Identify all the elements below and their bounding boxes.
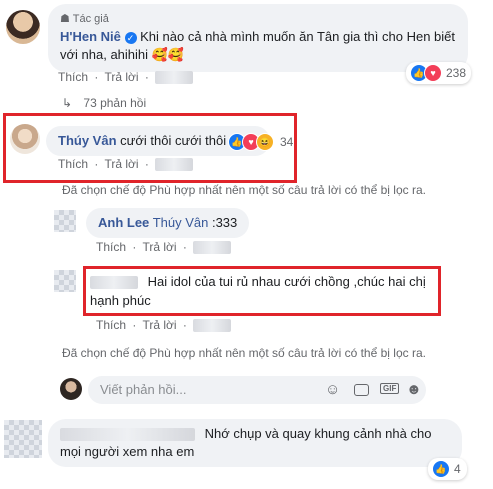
timestamp-redacted: [155, 158, 194, 172]
avatar-redacted[interactable]: [54, 270, 76, 292]
comment-bubble-reply2: Anh Lee Thúy Vân :333: [86, 208, 250, 238]
reaction-summary-reply1[interactable]: 👍 ♥ 😆 34: [228, 133, 294, 151]
avatar-hhen-nie[interactable]: [6, 10, 40, 44]
reaction-count: 4: [454, 462, 461, 476]
author-name-redacted: [90, 276, 138, 290]
comment-author-name[interactable]: H'Hen Niê: [60, 29, 121, 44]
love-reaction-icon: ♥: [424, 64, 442, 82]
comment-actions-reply3: Thích · Trả lời ·: [96, 318, 232, 333]
gif-icon[interactable]: GIF: [380, 383, 400, 394]
view-replies-toggle[interactable]: ↳ 73 phản hồi: [62, 96, 146, 110]
check-badge-icon: ✓: [124, 31, 137, 44]
reply-author-name[interactable]: Anh Lee: [98, 215, 149, 230]
filter-notice: Đã chọn chế độ Phù hợp nhất nên một số c…: [62, 183, 426, 197]
reaction-summary-bottom[interactable]: 👍 4: [428, 458, 467, 480]
like-link[interactable]: Thích: [96, 318, 126, 332]
timestamp-redacted: [193, 319, 232, 333]
reply-author-name[interactable]: Thúy Vân: [58, 133, 117, 148]
camera-icon[interactable]: [354, 384, 369, 396]
author-name-redacted: [60, 428, 195, 442]
avatar-current-user: [60, 378, 82, 400]
reply-link[interactable]: Trả lời: [104, 157, 138, 171]
replies-count: 73 phản hồi: [83, 96, 147, 110]
timestamp-redacted: [193, 241, 232, 255]
reply-text: cưới thôi cưới thôi: [120, 133, 227, 148]
author-badge-label: Tác giả: [72, 13, 109, 25]
author-badge: ☗ Tác giả: [60, 10, 456, 28]
reply-link[interactable]: Trả lời: [142, 240, 176, 254]
reply-link[interactable]: Trả lời: [142, 318, 176, 332]
comment-bubble-bottom: Nhớ chụp và quay khung cảnh nhà cho mọi …: [48, 419, 462, 467]
like-link[interactable]: Thích: [58, 157, 88, 171]
avatar-redacted[interactable]: [4, 420, 42, 458]
mention-link[interactable]: Thúy Vân: [153, 215, 209, 230]
avatar-redacted[interactable]: [54, 210, 76, 232]
comment-bubble-top: ☗ Tác giả H'Hen Niê ✓ Khi nào cả nhà mìn…: [48, 4, 468, 72]
reply-composer[interactable]: Viết phản hồi... ☺ GIF ☻: [88, 376, 426, 404]
like-link[interactable]: Thích: [58, 70, 88, 84]
timestamp-redacted: [155, 71, 194, 85]
composer-placeholder: Viết phản hồi...: [100, 382, 187, 397]
sticker-icon[interactable]: ☻: [406, 381, 422, 398]
comment-actions-top: Thích · Trả lời ·: [58, 70, 194, 85]
reaction-count: 34: [280, 135, 294, 149]
author-badge-icon: ☗: [60, 13, 70, 25]
comment-bubble-reply3: Hai idol của tui rủ nhau cưới chồng ,chú…: [90, 272, 430, 310]
reply-arrow-icon: ↳: [62, 96, 73, 110]
reaction-summary-top[interactable]: 👍 ♥ 238: [406, 62, 472, 84]
reply-text: Hai idol của tui rủ nhau cưới chồng ,chú…: [90, 274, 426, 308]
comment-actions-reply2: Thích · Trả lời ·: [96, 240, 232, 255]
smile-icon[interactable]: ☺: [325, 381, 340, 398]
reaction-count: 238: [446, 66, 467, 80]
reply-link[interactable]: Trả lời: [104, 70, 138, 84]
like-reaction-icon: 👍: [432, 460, 450, 478]
filter-notice: Đã chọn chế độ Phù hợp nhất nên một số c…: [62, 346, 426, 360]
comment-actions-reply1: Thích · Trả lời ·: [58, 157, 194, 172]
like-link[interactable]: Thích: [96, 240, 126, 254]
avatar-thuy-van[interactable]: [10, 124, 40, 154]
haha-reaction-icon: 😆: [256, 133, 274, 151]
reply-text: :333: [211, 215, 238, 230]
